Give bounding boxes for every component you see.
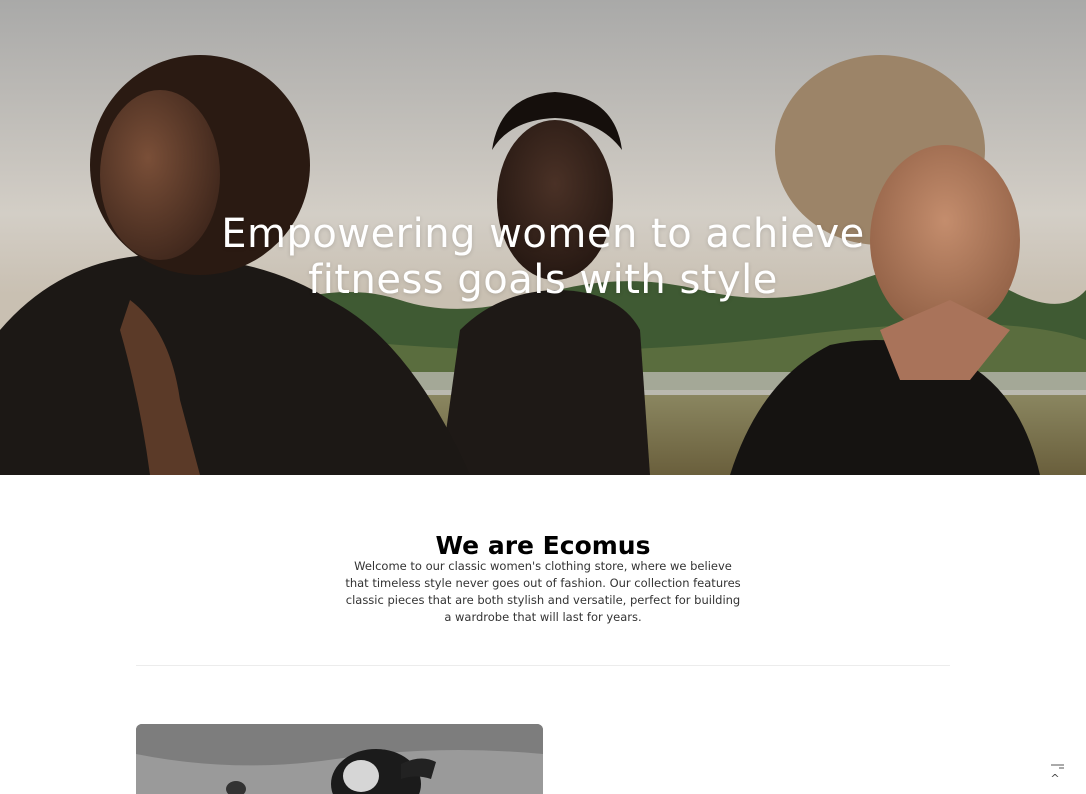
- collection-photo: [136, 724, 543, 794]
- about-description: Welcome to our classic women's clothing …: [345, 559, 741, 624]
- hero-title-line-2: fitness goals with style: [308, 256, 778, 303]
- section-divider: [136, 665, 950, 666]
- hero-title: Empowering women to achieve fitness goal…: [0, 211, 1086, 303]
- hero-title-line-1: Empowering women to achieve: [221, 210, 865, 257]
- chevron-up-icon[interactable]: ^: [1046, 770, 1064, 788]
- floating-actions: ^: [1043, 760, 1069, 790]
- page: Empowering women to achieve fitness goal…: [0, 0, 1086, 794]
- hero-banner: Empowering women to achieve fitness goal…: [0, 0, 1086, 475]
- collection-image[interactable]: [136, 724, 543, 794]
